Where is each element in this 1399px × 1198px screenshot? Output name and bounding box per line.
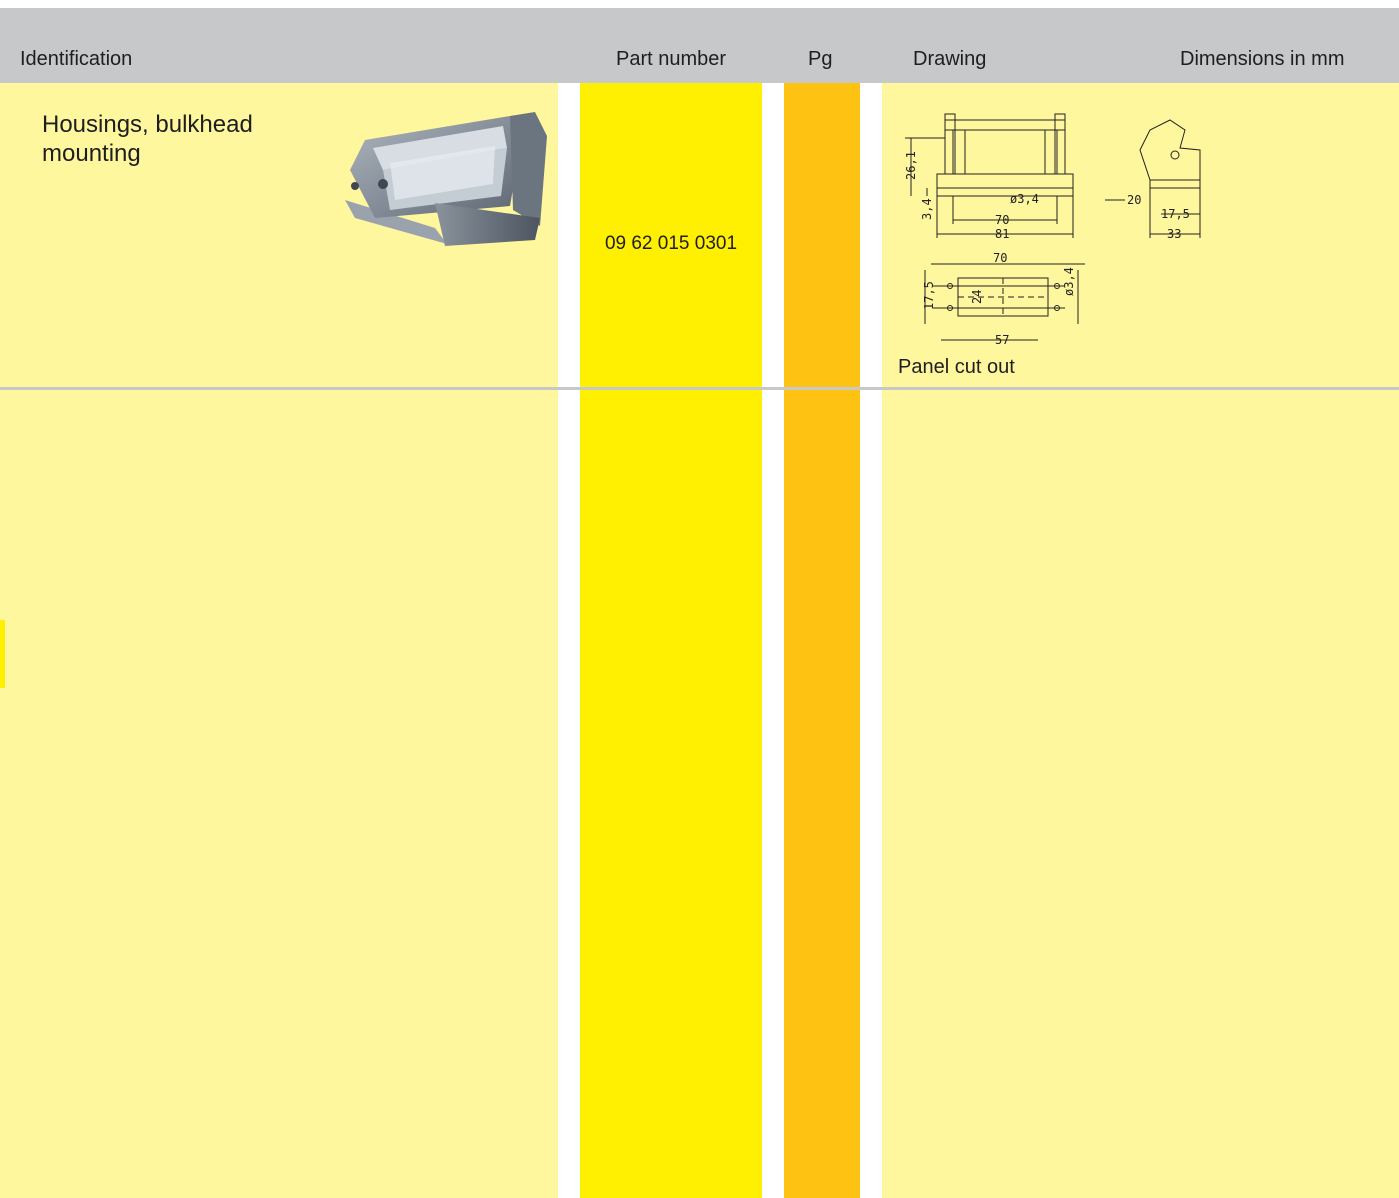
dim-side-depth: 17,5	[1161, 207, 1190, 221]
header-identification: Identification	[20, 48, 133, 70]
housing-product-image	[345, 112, 547, 246]
header-pg: Pg	[808, 48, 833, 70]
dim-side-offset: 20	[1127, 193, 1141, 207]
header-dimensions: Dimensions in mm	[1180, 48, 1345, 70]
pg-column	[784, 83, 860, 1198]
dim-cutout-inner: 24	[970, 290, 984, 304]
dim-front-height: 26,1	[904, 151, 918, 180]
dim-cutout-height: 17,5	[922, 281, 936, 310]
dim-flange: 3,4	[920, 198, 934, 220]
header-part-number: Part number	[616, 48, 727, 70]
table-header: Identification Part number Pg Drawing Di…	[0, 8, 1399, 83]
side-tab-marker	[0, 620, 5, 688]
header-drawing: Drawing	[913, 48, 987, 70]
part-number-value: 09 62 015 0301	[604, 233, 738, 254]
dim-side-width: 33	[1167, 227, 1181, 241]
dim-cutout-hole: ø3,4	[1062, 267, 1076, 296]
dim-outer-width: 81	[995, 227, 1009, 241]
top-margin	[0, 0, 1399, 8]
dimension-drawing: 26,1 3,4 ø3,4 70 81 20 17,5 33 70 17,5 2…	[904, 113, 1201, 347]
dim-cutout-width: 70	[993, 251, 1007, 265]
dim-inner-width: 70	[995, 213, 1009, 227]
dim-hole: ø3,4	[1010, 192, 1039, 206]
row-divider	[0, 387, 1399, 390]
product-identification: Housings, bulkhead mounting	[42, 111, 253, 167]
dim-cutout-length: 57	[995, 333, 1009, 347]
panel-cut-out-label: Panel cut out	[898, 356, 1015, 378]
identification-column	[0, 83, 558, 1198]
